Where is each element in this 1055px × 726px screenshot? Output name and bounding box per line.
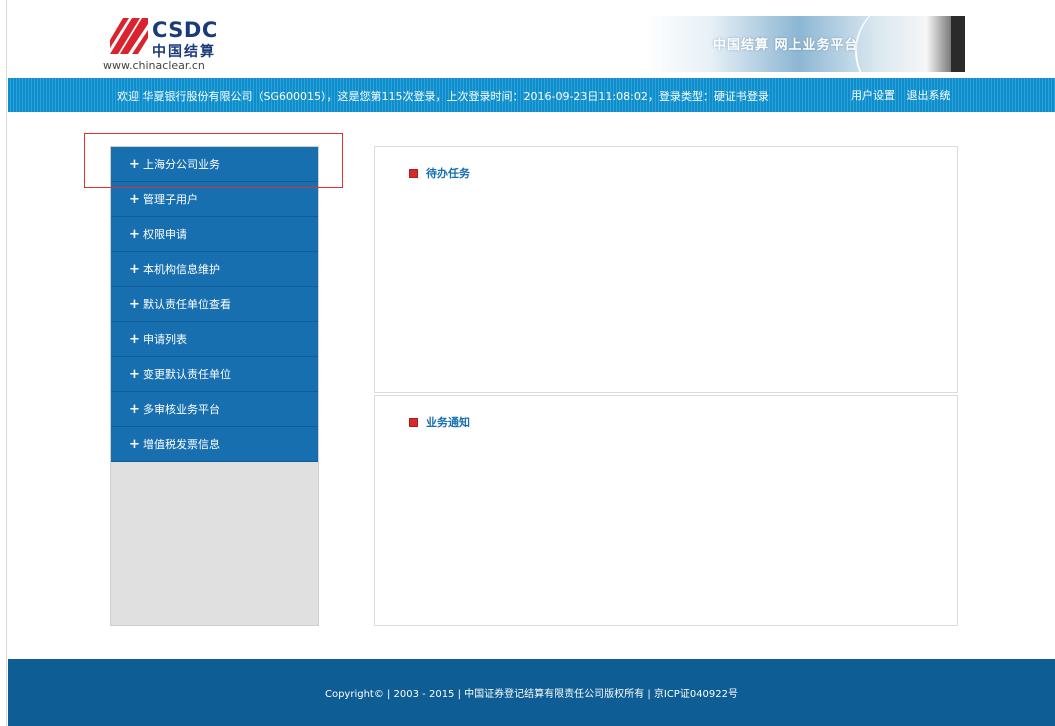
sidebar-item-shanghai-branch[interactable]: + 上海分公司业务 <box>111 147 318 182</box>
red-square-icon <box>409 417 418 427</box>
sidebar-item-change-default-unit[interactable]: + 变更默认责任单位 <box>111 357 318 392</box>
csdc-logo[interactable]: CSDC 中国结算 www.chinaclear.cn <box>100 16 240 74</box>
todo-panel: 待办任务 <box>374 146 958 393</box>
plus-icon: + <box>129 226 140 242</box>
plus-icon: + <box>129 156 140 172</box>
logo-text-en: CSDC <box>152 18 218 42</box>
banner-edge <box>951 16 965 72</box>
sidebar-item-label: 管理子用户 <box>143 193 198 206</box>
top-links: 用户设置 退出系统 <box>851 87 959 103</box>
logo-url: www.chinaclear.cn <box>103 59 205 72</box>
sidebar-item-manage-subusers[interactable]: + 管理子用户 <box>111 182 318 217</box>
sidebar-item-label: 多审核业务平台 <box>143 403 220 416</box>
sidebar-item-label: 变更默认责任单位 <box>143 368 231 381</box>
plus-icon: + <box>129 261 140 277</box>
sidebar: + 上海分公司业务 + 管理子用户 + 权限申请 + 本机构信息维护 + 默认责… <box>110 146 319 626</box>
sidebar-item-label: 增值税发票信息 <box>143 438 220 451</box>
sidebar-item-default-unit-view[interactable]: + 默认责任单位查看 <box>111 287 318 322</box>
logo-text-cn: 中国结算 <box>152 44 216 60</box>
sidebar-menu: + 上海分公司业务 + 管理子用户 + 权限申请 + 本机构信息维护 + 默认责… <box>111 147 318 462</box>
sidebar-item-org-info[interactable]: + 本机构信息维护 <box>111 252 318 287</box>
header: CSDC 中国结算 www.chinaclear.cn 中国结算 网上业务平台 <box>8 0 1055 78</box>
info-bar: 欢迎 华夏银行股份有限公司（SG600015），这是您第115次登录，上次登录时… <box>8 78 1055 112</box>
footer: Copyright© | 2003 - 2015 | 中国证券登记结算有限责任公… <box>8 659 1055 726</box>
page-left-border <box>0 0 7 726</box>
sidebar-item-label: 本机构信息维护 <box>143 263 220 276</box>
notice-panel: 业务通知 <box>374 395 958 626</box>
plus-icon: + <box>129 191 140 207</box>
csdc-logo-mark-icon <box>110 18 148 54</box>
banner-swoosh <box>855 16 965 72</box>
header-banner: 中国结算 网上业务平台 <box>645 16 965 72</box>
sidebar-item-label: 申请列表 <box>143 333 187 346</box>
sidebar-item-multi-review-platform[interactable]: + 多审核业务平台 <box>111 392 318 427</box>
welcome-message: 欢迎 华夏银行股份有限公司（SG600015），这是您第115次登录，上次登录时… <box>117 90 769 103</box>
sidebar-item-label: 上海分公司业务 <box>143 158 220 171</box>
plus-icon: + <box>129 331 140 347</box>
logout-link[interactable]: 退出系统 <box>907 89 951 102</box>
plus-icon: + <box>129 436 140 452</box>
notice-panel-title: 业务通知 <box>409 414 470 430</box>
sidebar-item-vat-invoice[interactable]: + 增值税发票信息 <box>111 427 318 462</box>
user-settings-link[interactable]: 用户设置 <box>851 89 895 102</box>
notice-title-text: 业务通知 <box>426 416 470 429</box>
todo-panel-title: 待办任务 <box>409 165 470 181</box>
red-square-icon <box>409 168 418 178</box>
sidebar-item-label: 权限申请 <box>143 228 187 241</box>
sidebar-item-permission-request[interactable]: + 权限申请 <box>111 217 318 252</box>
sidebar-item-label: 默认责任单位查看 <box>143 298 231 311</box>
plus-icon: + <box>129 296 140 312</box>
footer-copyright: Copyright© | 2003 - 2015 | 中国证券登记结算有限责任公… <box>324 689 739 700</box>
plus-icon: + <box>129 366 140 382</box>
todo-title-text: 待办任务 <box>426 167 470 180</box>
plus-icon: + <box>129 401 140 417</box>
sidebar-item-request-list[interactable]: + 申请列表 <box>111 322 318 357</box>
banner-text: 中国结算 网上业务平台 <box>713 38 859 53</box>
